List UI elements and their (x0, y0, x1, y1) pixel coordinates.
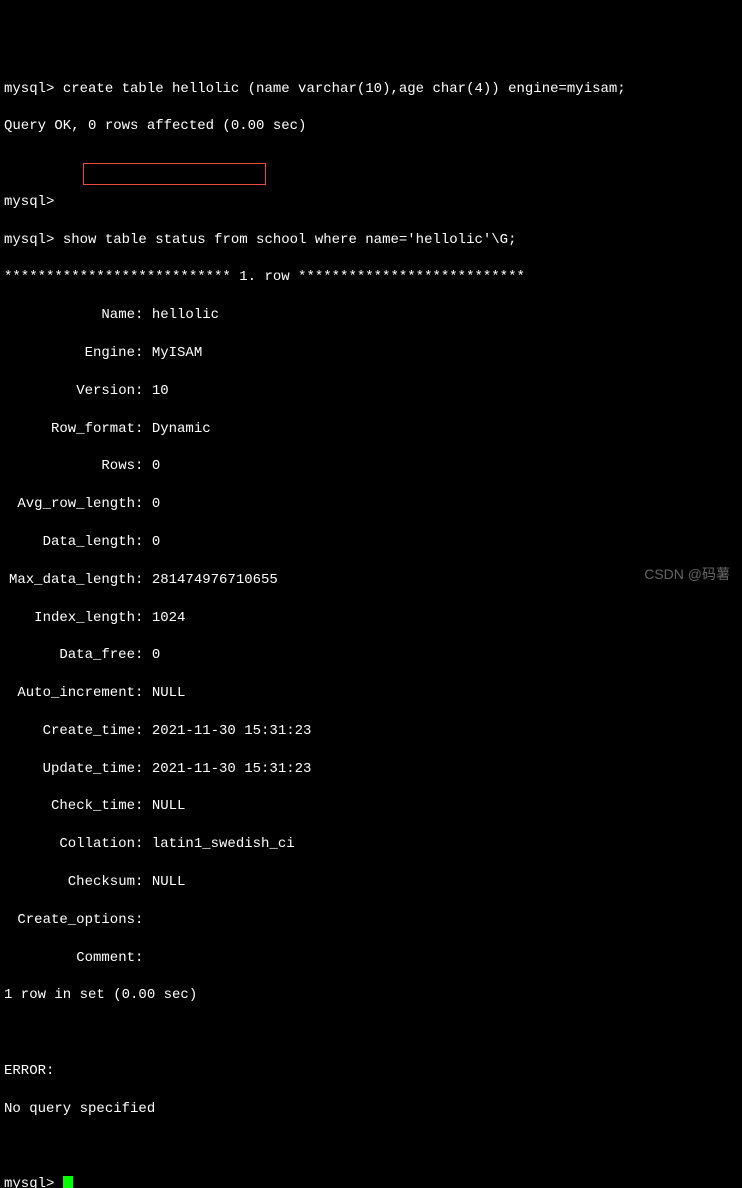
cursor-icon (63, 1176, 73, 1188)
field-label: Data_free (4, 646, 135, 665)
field-indexlength: Index_length: 1024 (4, 609, 738, 628)
blank-line (4, 155, 738, 174)
row-header: *************************** 1. row *****… (4, 268, 738, 287)
field-rows: Rows: 0 (4, 457, 738, 476)
field-value: 0 (152, 496, 160, 512)
field-value: 0 (152, 534, 160, 550)
field-updatetime: Update_time: 2021-11-30 15:31:23 (4, 760, 738, 779)
field-value: NULL (152, 685, 186, 701)
field-name: Name: hellolic (4, 306, 738, 325)
field-value: hellolic (152, 307, 219, 323)
field-value: 281474976710655 (152, 572, 278, 588)
field-createoptions: Create_options: (4, 911, 738, 930)
field-value: 1024 (152, 610, 186, 626)
field-comment: Comment: (4, 949, 738, 968)
field-label: Comment (4, 949, 135, 968)
empty-prompt-line: mysql> (4, 193, 738, 212)
show-status-command: show table status from school where name… (63, 232, 517, 248)
field-value: 2021-11-30 15:31:23 (152, 723, 312, 739)
field-value: 0 (152, 458, 160, 474)
blank-line (4, 1137, 738, 1156)
field-label: Update_time (4, 760, 135, 779)
final-prompt-line[interactable]: mysql> (4, 1175, 738, 1188)
field-label: Max_data_length (4, 571, 135, 590)
field-label: Avg_row_length (4, 495, 135, 514)
field-rowformat: Row_format: Dynamic (4, 420, 738, 439)
field-checksum: Checksum: NULL (4, 873, 738, 892)
result-rowcount: 1 row in set (0.00 sec) (4, 986, 738, 1005)
error-label: ERROR: (4, 1062, 738, 1081)
field-label: Data_length (4, 533, 135, 552)
blank-line (4, 1024, 738, 1043)
field-value: NULL (152, 874, 186, 890)
mysql-prompt: mysql> (4, 232, 63, 248)
field-datalength: Data_length: 0 (4, 533, 738, 552)
watermark: CSDN @码薯 (644, 565, 730, 584)
error-message: No query specified (4, 1100, 738, 1119)
field-value: latin1_swedish_ci (152, 836, 295, 852)
field-collation: Collation: latin1_swedish_ci (4, 835, 738, 854)
field-label: Row_format (4, 420, 135, 439)
field-label: Engine (4, 344, 135, 363)
field-datafree: Data_free: 0 (4, 646, 738, 665)
field-value: 2021-11-30 15:31:23 (152, 761, 312, 777)
query-result-1: Query OK, 0 rows affected (0.00 sec) (4, 117, 738, 136)
field-value: 0 (152, 647, 160, 663)
field-checktime: Check_time: NULL (4, 797, 738, 816)
field-label: Collation (4, 835, 135, 854)
field-value: NULL (152, 798, 186, 814)
field-label: Version (4, 382, 135, 401)
field-autoincrement: Auto_increment: NULL (4, 684, 738, 703)
field-label: Name (4, 306, 135, 325)
field-label: Checksum (4, 873, 135, 892)
create-table-command: create table hellolic (name varchar(10),… (63, 81, 626, 97)
field-label: Auto_increment (4, 684, 135, 703)
command-line-1: mysql> create table hellolic (name varch… (4, 80, 738, 99)
field-label: Index_length (4, 609, 135, 628)
field-label: Check_time (4, 797, 135, 816)
command-line-2: mysql> show table status from school whe… (4, 231, 738, 250)
field-engine: Engine: MyISAM (4, 344, 738, 363)
field-label: Rows (4, 457, 135, 476)
field-label: Create_time (4, 722, 135, 741)
field-avgrowlength: Avg_row_length: 0 (4, 495, 738, 514)
field-value: MyISAM (152, 345, 202, 361)
field-label: Create_options (4, 911, 135, 930)
mysql-prompt: mysql> (4, 1176, 63, 1188)
field-maxdatalength: Max_data_length: 281474976710655 (4, 571, 738, 590)
field-version: Version: 10 (4, 382, 738, 401)
field-value: 10 (152, 383, 169, 399)
mysql-prompt: mysql> (4, 81, 63, 97)
field-value: Dynamic (152, 421, 211, 437)
field-createtime: Create_time: 2021-11-30 15:31:23 (4, 722, 738, 741)
